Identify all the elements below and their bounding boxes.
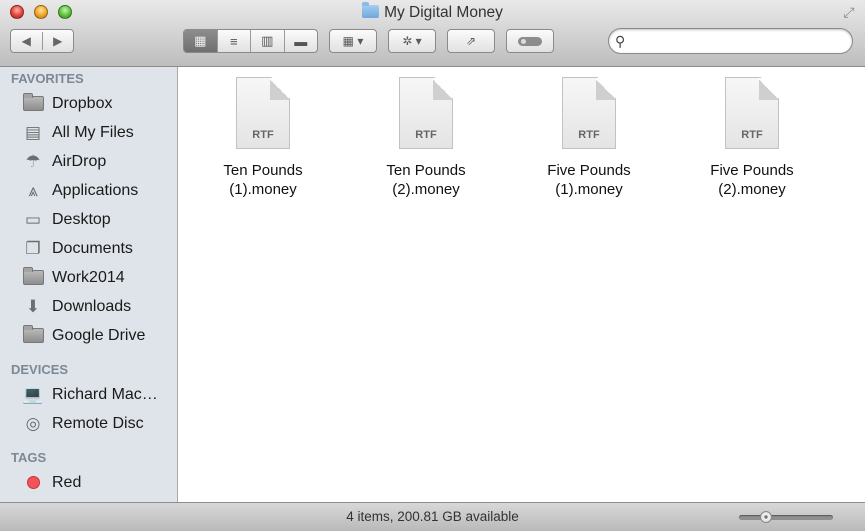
sidebar-item-red-tag[interactable]: Red — [0, 468, 177, 497]
file-item[interactable]: RTF Five Pounds (2).money — [682, 77, 822, 199]
section-tags: TAGS — [11, 450, 47, 465]
arrange-button[interactable]: ▦ ▾ — [329, 29, 377, 53]
sidebar-item-richard-mac[interactable]: 💻 Richard Mac… — [0, 380, 177, 409]
sidebar-item-label: Documents — [52, 239, 133, 257]
search-icon: ⚲ — [615, 33, 626, 49]
sidebar-item-remote-disc[interactable]: ◎ Remote Disc — [0, 409, 177, 438]
share-button[interactable]: ⇗ — [447, 29, 495, 53]
sidebar-item-work2014[interactable]: Work2014 — [0, 263, 177, 292]
tag-icon — [518, 36, 542, 46]
disc-icon: ◎ — [25, 413, 41, 433]
sidebar: FAVORITES Dropbox ▤ All My Files ☂ AirDrop… — [0, 67, 178, 502]
sidebar-item-label: All My Files — [52, 123, 134, 141]
cover-flow-button[interactable]: ▬ — [283, 30, 318, 52]
rtf-document-icon: RTF — [236, 77, 290, 149]
sidebar-item-dropbox[interactable]: Dropbox — [0, 89, 177, 118]
search-input[interactable] — [633, 31, 847, 53]
action-gear-button[interactable]: ✲ ▾ — [388, 29, 436, 53]
folder-icon — [362, 2, 380, 18]
sidebar-item-google-drive[interactable]: Google Drive — [0, 321, 177, 350]
sidebar-item-label: AirDrop — [52, 152, 107, 170]
sidebar-item-label: Red — [52, 473, 82, 491]
file-item[interactable]: RTF Ten Pounds (1).money — [193, 77, 333, 199]
forward-button[interactable]: ▶ — [43, 34, 74, 48]
folder-icon — [22, 93, 44, 114]
section-devices: DEVICES — [11, 362, 69, 377]
file-name: Five Pounds (2).money — [710, 162, 794, 198]
icon-size-slider[interactable] — [739, 511, 833, 523]
status-bar: 4 items, 200.81 GB available — [0, 502, 865, 531]
window-title: My Digital Money — [0, 2, 865, 24]
all-files-icon: ▤ — [24, 122, 42, 142]
sidebar-item-label: Dropbox — [52, 94, 113, 112]
sidebar-item-documents[interactable]: ❐ Documents — [0, 234, 177, 263]
search-field[interactable]: ⚲ — [608, 28, 853, 54]
file-item[interactable]: RTF Five Pounds (1).money — [519, 77, 659, 199]
sidebar-item-downloads[interactable]: ⬇ Downloads — [0, 292, 177, 321]
airdrop-icon: ☂ — [25, 151, 41, 171]
column-view-button[interactable]: ▥ — [250, 30, 284, 52]
back-forward-control: ◀ ▶ — [10, 29, 74, 53]
icon-view-button[interactable]: ▦ — [184, 30, 217, 52]
edit-tags-button[interactable] — [506, 29, 554, 53]
sidebar-item-all-my-files[interactable]: ▤ All My Files — [0, 118, 177, 147]
sidebar-item-label: Downloads — [52, 297, 132, 315]
sidebar-item-label: Desktop — [52, 210, 111, 228]
sidebar-item-label: Remote Disc — [52, 414, 144, 432]
desktop-icon: ▭ — [24, 209, 42, 229]
folder-icon — [22, 325, 44, 346]
file-name: Ten Pounds (1).money — [223, 162, 303, 198]
view-mode-control: ▦ ≡ ▥ ▬ — [183, 29, 318, 53]
folder-icon — [22, 267, 44, 288]
status-text: 4 items, 200.81 GB available — [346, 509, 519, 524]
sidebar-item-airdrop[interactable]: ☂ AirDrop — [0, 147, 177, 176]
file-name: Five Pounds (1).money — [547, 162, 631, 198]
list-view-button[interactable]: ≡ — [216, 30, 251, 52]
sidebar-item-label: Google Drive — [52, 326, 146, 344]
fullscreen-icon[interactable]: ⤢ — [841, 4, 857, 20]
sidebar-item-applications[interactable]: ⩓ Applications — [0, 176, 177, 205]
documents-icon: ❐ — [25, 238, 41, 258]
downloads-icon: ⬇ — [25, 296, 41, 316]
sidebar-item-label: Applications — [52, 181, 139, 199]
applications-icon: ⩓ — [28, 180, 38, 200]
slider-knob[interactable] — [759, 511, 772, 523]
laptop-icon: 💻 — [22, 384, 44, 404]
rtf-document-icon: RTF — [725, 77, 779, 149]
file-name: Ten Pounds (2).money — [386, 162, 466, 198]
rtf-document-icon: RTF — [399, 77, 453, 149]
sidebar-item-label: Richard Mac… — [52, 385, 158, 403]
red-tag-icon — [22, 473, 44, 493]
window-title-text: My Digital Money — [384, 4, 503, 21]
sidebar-item-label: Work2014 — [52, 268, 125, 286]
section-favorites: FAVORITES — [11, 71, 84, 86]
file-item[interactable]: RTF Ten Pounds (2).money — [356, 77, 496, 199]
toolbar: My Digital Money ⤢ ◀ ▶ ▦ ≡ ▥ ▬ ▦ ▾ ✲ ▾ ⇗… — [0, 0, 865, 67]
sidebar-item-desktop[interactable]: ▭ Desktop — [0, 205, 177, 234]
rtf-document-icon: RTF — [562, 77, 616, 149]
back-button[interactable]: ◀ — [11, 34, 42, 48]
file-browser: RTF Ten Pounds (1).money RTF Ten Pounds (2… — [178, 67, 865, 502]
